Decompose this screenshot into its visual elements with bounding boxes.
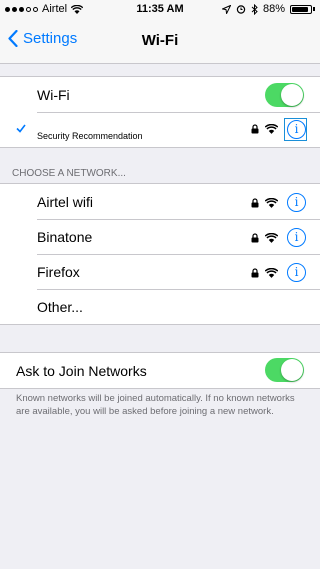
network-row[interactable]: Airtel wifi i <box>0 184 320 219</box>
ask-to-join-label: Ask to Join Networks <box>16 363 147 379</box>
battery-percent: 88% <box>262 3 285 15</box>
ask-to-join-footer: Known networks will be joined automatica… <box>16 393 295 417</box>
navigation-bar: Settings Wi-Fi <box>0 20 320 64</box>
info-icon[interactable]: i <box>287 193 306 212</box>
page-title: Wi-Fi <box>141 32 179 49</box>
connected-network-row[interactable]: Security Recommendation i <box>0 112 320 147</box>
lock-icon <box>251 233 259 243</box>
wifi-toggle-row: Wi-Fi <box>0 77 320 112</box>
other-network-row[interactable]: Other... <box>0 289 320 324</box>
wifi-switch[interactable] <box>265 83 304 107</box>
wifi-icon <box>265 233 278 243</box>
other-network-label: Other... <box>37 299 83 315</box>
network-name: Binatone <box>37 229 93 245</box>
lock-icon <box>251 268 259 278</box>
status-right: 88% <box>221 3 315 15</box>
network-row[interactable]: Firefox i <box>0 254 320 289</box>
alarm-icon <box>236 5 246 14</box>
bluetooth-icon <box>251 3 258 15</box>
switch-knob <box>281 84 303 106</box>
network-name: Firefox <box>37 264 80 280</box>
info-icon[interactable]: i <box>287 120 306 139</box>
switch-knob <box>281 359 303 381</box>
choose-network-header: CHOOSE A NETWORK... <box>12 168 126 179</box>
info-icon[interactable]: i <box>287 228 306 247</box>
battery-level-fill <box>292 6 308 12</box>
network-list: Airtel wifi i Binatone i Firefox i Other… <box>0 183 320 325</box>
wifi-icon <box>265 268 278 278</box>
battery-icon <box>290 4 312 14</box>
ask-to-join-row: Ask to Join Networks <box>0 353 320 388</box>
lock-icon <box>251 124 259 134</box>
network-row[interactable]: Binatone i <box>0 219 320 254</box>
wifi-label: Wi-Fi <box>37 87 70 103</box>
wifi-icon <box>265 198 278 208</box>
battery-tip <box>313 7 315 11</box>
security-recommendation-label: Security Recommendation <box>37 131 143 141</box>
info-icon[interactable]: i <box>287 263 306 282</box>
lock-icon <box>251 198 259 208</box>
ask-to-join-switch[interactable] <box>265 358 304 382</box>
wifi-icon <box>265 124 278 134</box>
status-bar: Airtel 11:35 AM 88% <box>0 0 320 20</box>
wifi-group: Wi-Fi Security Recommendation i <box>0 76 320 148</box>
location-icon <box>221 4 231 14</box>
network-name: Airtel wifi <box>37 194 94 210</box>
ask-to-join-group: Ask to Join Networks <box>0 352 320 389</box>
checkmark-icon <box>16 124 26 133</box>
